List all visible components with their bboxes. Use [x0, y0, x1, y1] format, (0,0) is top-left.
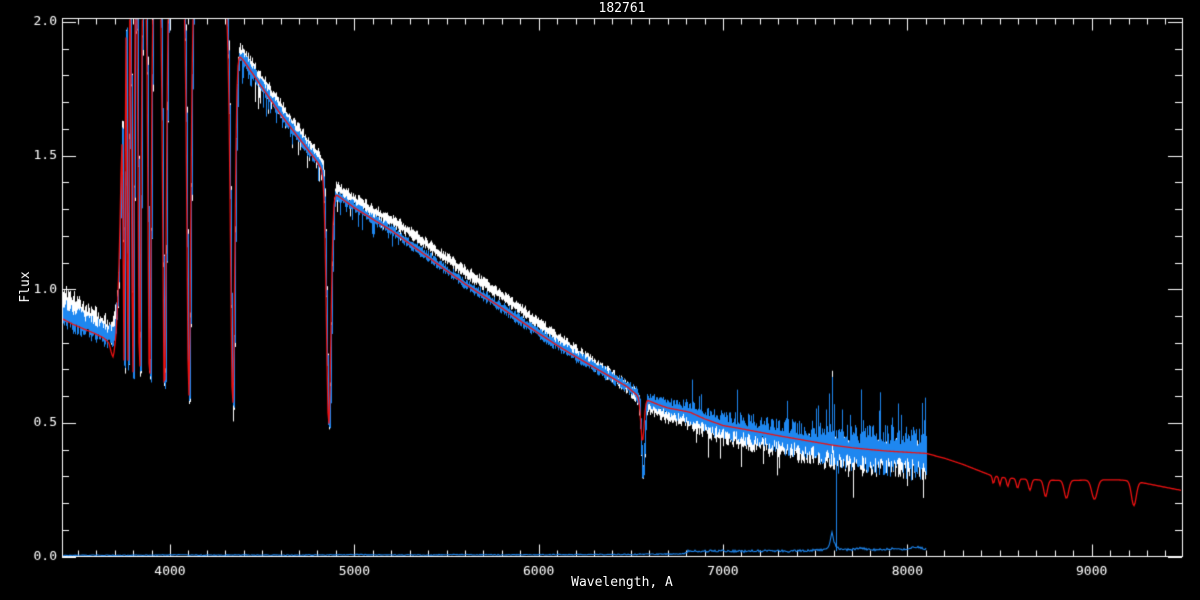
chart-canvas: [0, 0, 1200, 600]
page-title: 182761: [598, 1, 646, 16]
x-axis-label: Wavelength, A: [571, 575, 673, 590]
spectrum-plot-window: 182761 Wavelength, A Flux: [0, 0, 1200, 600]
y-axis-label: Flux: [18, 271, 33, 303]
